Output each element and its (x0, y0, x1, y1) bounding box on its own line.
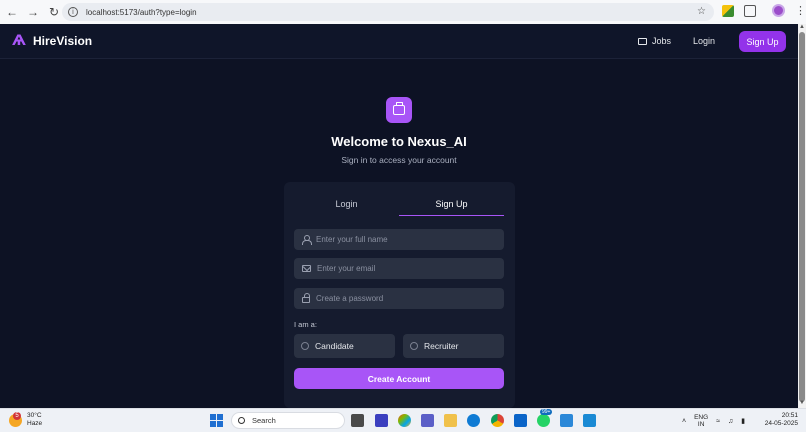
back-icon[interactable]: ← (3, 3, 21, 21)
radio-candidate[interactable] (301, 342, 309, 350)
full-name-field[interactable] (294, 229, 504, 250)
sun-icon: 5 (9, 411, 22, 427)
copilot-icon[interactable] (398, 414, 411, 427)
role-candidate-label: Candidate (315, 341, 354, 351)
search-icon (238, 417, 245, 424)
windows-start-icon[interactable] (210, 414, 223, 427)
address-url: localhost:5173/auth?type=login (86, 7, 197, 17)
radio-recruiter[interactable] (410, 342, 418, 350)
nav-jobs-label: Jobs (652, 36, 672, 46)
bookmark-star-icon[interactable]: ☆ (697, 6, 706, 17)
weather-widget[interactable]: 5 30°C Haze (9, 411, 43, 428)
tab-signup[interactable]: Sign Up (399, 196, 504, 216)
edge-icon[interactable] (467, 414, 480, 427)
notification-badge: 99+ (540, 409, 553, 415)
mail-icon (302, 265, 311, 272)
chrome-icon[interactable] (491, 414, 504, 427)
nav-link-jobs[interactable]: Jobs (638, 36, 671, 46)
reload-icon[interactable]: ↻ (45, 3, 63, 21)
forward-icon[interactable]: → (24, 3, 42, 21)
nav-link-login[interactable]: Login (693, 36, 715, 46)
tab-login[interactable]: Login (294, 196, 399, 216)
vscode-icon[interactable] (583, 414, 596, 427)
role-option-candidate[interactable]: Candidate (294, 334, 395, 358)
app-viewport: Ѧ HireVision Jobs Login Sign Up Welcome … (0, 24, 798, 408)
clock-date: 24-05-2025 (764, 420, 798, 427)
battery-icon[interactable]: ▮ (741, 417, 745, 425)
lock-icon (302, 293, 310, 303)
email-input[interactable] (317, 264, 497, 273)
auth-tabs: Login Sign Up (294, 196, 504, 216)
region-code: IN (697, 421, 705, 428)
weather-condition: Haze (27, 420, 43, 427)
top-navbar: Ѧ HireVision Jobs Login Sign Up (0, 24, 798, 59)
taskbar-search[interactable]: Search (231, 412, 345, 429)
role-option-recruiter[interactable]: Recruiter (403, 334, 504, 358)
brand-name: HireVision (33, 34, 93, 48)
extension-icon[interactable] (722, 4, 734, 17)
notepad-icon[interactable] (560, 414, 573, 427)
teams-icon[interactable] (421, 414, 434, 427)
nav-signup-button[interactable]: Sign Up (739, 31, 786, 52)
password-input[interactable] (316, 294, 496, 303)
weather-temp: 30°C (27, 412, 42, 419)
scroll-thumb[interactable] (799, 32, 805, 402)
scroll-up-icon[interactable]: ▲ (799, 24, 805, 30)
volume-icon[interactable]: ♫ (728, 418, 733, 425)
role-label: I am a: (294, 320, 317, 329)
site-info-icon[interactable]: i (68, 7, 78, 17)
email-field[interactable] (294, 258, 504, 279)
wifi-icon[interactable]: ≈ (716, 418, 720, 425)
clock[interactable]: 20:51 24-05-2025 (764, 412, 798, 428)
chevron-up-icon[interactable]: ˄ (682, 418, 686, 425)
auth-card: Login Sign Up I am a: Candidate Recruite… (284, 182, 515, 408)
clock-time: 20:51 (781, 412, 798, 419)
briefcase-icon (638, 37, 647, 45)
language-indicator[interactable]: ENG IN (694, 414, 708, 428)
page-subtitle: Sign in to access your account (341, 155, 457, 165)
page-title: Welcome to Nexus_AI (331, 134, 467, 149)
role-recruiter-label: Recruiter (424, 341, 459, 351)
outlook-icon[interactable] (514, 414, 527, 427)
windows-taskbar: 5 30°C Haze Search 99+ ˄ ENG IN ≈ ♫ ▮ 20… (0, 408, 806, 432)
scroll-down-icon[interactable]: ▼ (799, 400, 805, 406)
password-field[interactable] (294, 288, 504, 309)
full-name-input[interactable] (316, 235, 496, 244)
weather-badge: 5 (13, 411, 21, 420)
whatsapp-icon[interactable]: 99+ (537, 409, 553, 427)
create-account-button[interactable]: Create Account (294, 368, 504, 389)
whiteboard-app-icon[interactable] (375, 414, 388, 427)
file-explorer-icon[interactable] (444, 414, 457, 427)
profile-avatar[interactable] (772, 4, 785, 17)
briefcase-badge (386, 97, 412, 123)
page-scrollbar[interactable]: ▲ ▼ (798, 24, 806, 408)
extensions-puzzle-icon[interactable] (744, 4, 756, 17)
brain-logo-icon: Ѧ (12, 33, 26, 49)
browser-menu-icon[interactable]: ⋮ (795, 4, 806, 17)
user-icon (302, 235, 312, 245)
briefcase-icon (393, 102, 405, 115)
brand-logo[interactable]: Ѧ HireVision (12, 33, 92, 49)
taskbar-search-label: Search (252, 416, 276, 425)
system-tray: ˄ ENG IN ≈ ♫ ▮ (682, 414, 745, 428)
task-view-icon[interactable] (351, 414, 364, 427)
language-code: ENG (694, 414, 709, 421)
address-bar[interactable]: i localhost:5173/auth?type=login ☆ (62, 3, 714, 21)
browser-toolbar: ← → ↻ i localhost:5173/auth?type=login ☆… (0, 0, 806, 24)
